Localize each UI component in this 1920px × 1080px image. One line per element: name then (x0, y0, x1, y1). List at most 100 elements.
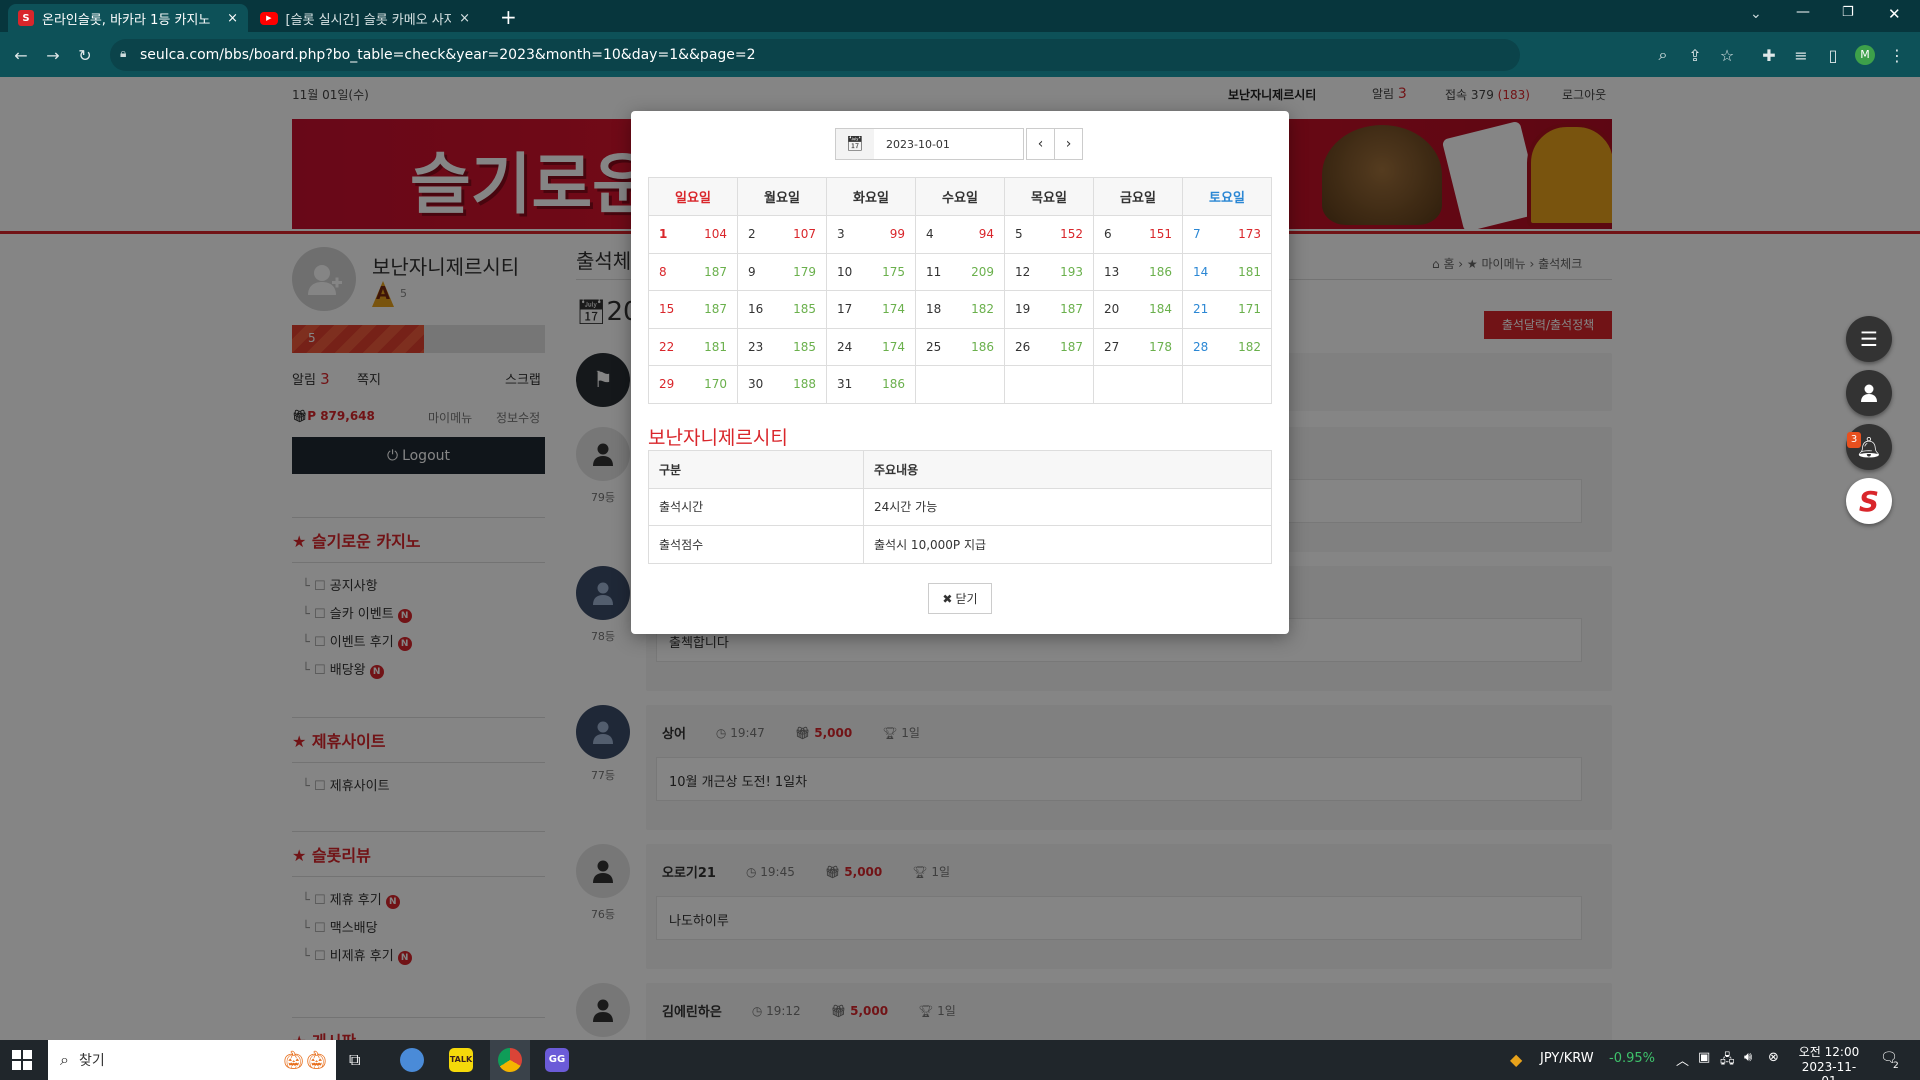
reload-icon[interactable]: ↻ (74, 44, 96, 66)
day-number: 13 (1104, 264, 1120, 279)
calendar-day-cell[interactable]: 20 184 (1093, 290, 1183, 329)
ime-icon[interactable]: ⊗ (1768, 1050, 1779, 1065)
zoom-icon[interactable]: ⌕ (1652, 44, 1674, 66)
tab-title: 온라인슬롯, 바카라 1등 카지노 (42, 12, 211, 28)
attendance-count: 174 (882, 302, 905, 316)
seulca-logo-fab-icon[interactable]: S (1846, 478, 1892, 524)
day-number: 8 (659, 264, 667, 279)
currency-change: -0.95% (1609, 1051, 1655, 1066)
calendar-day-cell[interactable]: 16 185 (737, 290, 827, 329)
calendar-day-cell[interactable]: 26 187 (1004, 327, 1094, 366)
tab-youtube[interactable]: ▶ [슬롯 실시간] 슬롯 카메오 사자 × (250, 4, 480, 32)
new-tab-button[interactable]: + (500, 5, 517, 29)
calendar-day-cell[interactable]: 30 188 (737, 365, 827, 404)
day-number: 23 (748, 339, 764, 354)
calendar-day-cell[interactable]: 21 171 (1182, 290, 1272, 329)
back-icon[interactable]: ← (10, 44, 32, 66)
minimize-icon[interactable]: — (1796, 4, 1810, 20)
network-icon[interactable]: 🖧︎ (1720, 1050, 1735, 1072)
calendar-day-cell[interactable]: 11 209 (915, 252, 1005, 291)
calendar-day-cell[interactable]: 25 186 (915, 327, 1005, 366)
policy-row-value: 출석시 10,000P 지급 (863, 525, 1272, 564)
modal-close-button[interactable]: ✖ 닫기 (928, 583, 992, 614)
calendar-day-cell[interactable]: 8 187 (648, 252, 738, 291)
user-fab-icon[interactable] (1846, 370, 1892, 416)
gg-app-icon[interactable]: GG (545, 1048, 569, 1072)
calendar-day-cell[interactable]: 9 179 (737, 252, 827, 291)
tab-seulca[interactable]: S 온라인슬롯, 바카라 1등 카지노 × (8, 4, 248, 32)
attendance-count: 181 (1238, 264, 1261, 279)
policy-row-label: 출석시간 (648, 487, 864, 526)
currency-pair[interactable]: JPY/KRW (1540, 1051, 1594, 1066)
attendance-count: 182 (971, 302, 994, 316)
calendar-day-cell[interactable]: 22 181 (648, 327, 738, 366)
close-tab-icon[interactable]: × (459, 11, 470, 26)
calendar-day-cell[interactable]: 2 107 (737, 215, 827, 254)
windows-start-icon[interactable] (12, 1050, 32, 1070)
calendar-day-cell[interactable]: 27 178 (1093, 327, 1183, 366)
task-view-icon[interactable]: ⧉ (349, 1050, 360, 1070)
calendar-day-cell[interactable]: 17 174 (826, 290, 916, 329)
clock[interactable]: 오전 12:00 2023-11-01 (1796, 1043, 1862, 1080)
day-number: 10 (837, 264, 853, 279)
chrome-taskbar-item[interactable] (490, 1040, 530, 1080)
sidepanel-icon[interactable]: ▯ (1822, 44, 1844, 66)
calendar-day-cell[interactable]: 14 181 (1182, 252, 1272, 291)
calendar-day-cell[interactable]: 7 173 (1182, 215, 1272, 254)
youtube-favicon: ▶ (260, 11, 278, 25)
next-month-button[interactable]: › (1054, 128, 1083, 160)
calendar-day-cell[interactable]: 10 175 (826, 252, 916, 291)
tray-chevron-icon[interactable]: ︿ (1676, 1050, 1689, 1069)
calendar-day-cell[interactable]: 12 193 (1004, 252, 1094, 291)
attendance-calendar-modal: 📅︎ ‹ › 일요일월요일화요일수요일목요일금요일토요일 11042107399… (631, 111, 1289, 634)
calendar-day-cell[interactable]: 28 182 (1182, 327, 1272, 366)
calendar-day-cell[interactable]: 3 99 (826, 215, 916, 254)
calendar-week-row: 1 104 2 107 3 99 4 94 5 152 6 151 7 173 (648, 215, 1272, 254)
extensions-icon[interactable]: ✚ (1758, 44, 1780, 66)
calendar-day-cell[interactable]: 18 182 (915, 290, 1005, 329)
weekday-header: 수요일 (915, 177, 1005, 216)
attendance-count: 152 (1060, 227, 1083, 241)
calendar-day-cell[interactable]: 1 104 (648, 215, 738, 254)
restore-icon[interactable]: ❐ (1842, 5, 1854, 20)
calendar-day-cell[interactable]: 29 170 (648, 365, 738, 404)
prev-month-button[interactable]: ‹ (1026, 128, 1055, 160)
kakaotalk-icon[interactable]: TALK (449, 1048, 473, 1072)
tray-app-icon[interactable]: ▣ (1698, 1050, 1710, 1065)
date-input[interactable] (874, 128, 1024, 160)
attendance-count: 151 (1149, 227, 1172, 241)
forward-icon[interactable]: → (42, 44, 64, 66)
calendar-day-cell[interactable]: 24 174 (826, 327, 916, 366)
profile-avatar[interactable]: M (1855, 45, 1875, 65)
day-number: 11 (926, 264, 942, 279)
policy-header-content: 주요내용 (863, 450, 1272, 489)
calendar-day-cell[interactable]: 5 152 (1004, 215, 1094, 254)
address-bar[interactable]: 🔒︎ seulca.com/bbs/board.php?bo_table=che… (110, 39, 1520, 71)
tab-search-icon[interactable]: ⌄ (1750, 6, 1762, 22)
window-close-icon[interactable]: ✕ (1888, 5, 1901, 23)
calendar-day-cell[interactable]: 15 187 (648, 290, 738, 329)
bookmark-star-icon[interactable]: ☆ (1716, 44, 1738, 66)
close-tab-icon[interactable]: × (227, 11, 238, 26)
calendar-day-cell[interactable]: 31 186 (826, 365, 916, 404)
calendar-day-cell[interactable]: 6 151 (1093, 215, 1183, 254)
attendance-count: 173 (1238, 227, 1261, 241)
taskbar-search-label: 찾기 (78, 1053, 105, 1069)
widget-icon[interactable]: ◆ (1510, 1050, 1532, 1070)
attendance-count: 174 (882, 339, 905, 354)
browser-menu-icon[interactable]: ⋮ (1886, 44, 1908, 66)
calendar-week-row: 8 187 9 179 10 175 11 209 12 193 13 186 14 181 (648, 252, 1272, 291)
taskbar-search-box[interactable]: ⌕ 찾기 🎃︎🎃︎ (48, 1040, 336, 1080)
menu-fab-icon[interactable]: ☰ (1846, 316, 1892, 362)
calendar-day-cell[interactable]: 19 187 (1004, 290, 1094, 329)
volume-icon[interactable]: 🔊︎ (1744, 1050, 1752, 1065)
calendar-day-cell[interactable]: 13 186 (1093, 252, 1183, 291)
media-icon[interactable]: ≡ (1790, 44, 1812, 66)
app-icon[interactable] (400, 1048, 424, 1072)
day-number: 17 (837, 302, 853, 316)
calendar-day-cell[interactable]: 23 185 (737, 327, 827, 366)
attendance-count: 187 (704, 264, 727, 279)
share-icon[interactable]: ⇪ (1684, 44, 1706, 66)
calendar-day-cell[interactable]: 4 94 (915, 215, 1005, 254)
attendance-count: 181 (704, 339, 727, 354)
